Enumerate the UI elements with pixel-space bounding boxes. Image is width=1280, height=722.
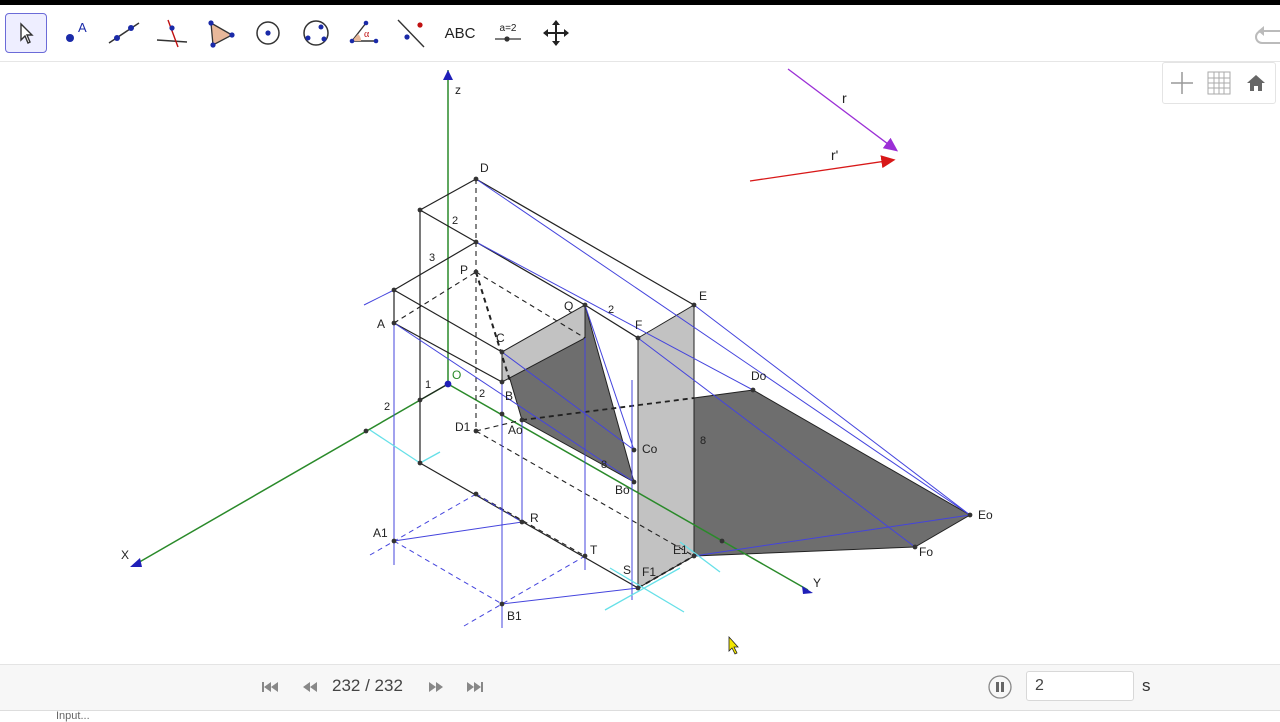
axes-icon <box>1170 72 1193 94</box>
point-tool-button[interactable]: A <box>55 13 97 53</box>
graphics-view[interactable]: z X Y D A P Q C B E F O D1 Ao Co Bo Do E… <box>0 62 1280 664</box>
label-y: Y <box>813 576 821 590</box>
label-B: B <box>505 389 513 403</box>
move-arrows-icon <box>543 20 569 46</box>
label-Eo: Eo <box>978 508 993 522</box>
dim-2-left: 2 <box>384 401 390 413</box>
dim-3: 3 <box>429 252 435 264</box>
fast-forward-icon <box>429 682 443 692</box>
dim-2-q: 2 <box>608 304 614 316</box>
construction-protocol-navigation: 232 / 232 s <box>0 664 1280 711</box>
label-Q: Q <box>564 299 573 313</box>
origin-point <box>444 380 452 388</box>
line-icon <box>108 22 140 44</box>
circle-three-points-icon <box>303 20 329 46</box>
label-D1: D1 <box>455 420 471 434</box>
cursor-arrow-icon <box>20 22 34 44</box>
label-F: F <box>635 318 642 332</box>
label-B1: B1 <box>507 609 522 623</box>
label-Fo: Fo <box>919 545 933 559</box>
label-P: P <box>460 263 468 277</box>
label-F1: F1 <box>642 565 656 579</box>
label-r: r <box>842 90 847 106</box>
perpendicular-line-tool-button[interactable] <box>151 13 193 53</box>
input-bar[interactable]: Input... <box>0 710 1280 722</box>
label-A: A <box>377 317 385 331</box>
label-R: R <box>530 511 539 525</box>
style-bar <box>1162 62 1276 104</box>
text-tool-label: ABC <box>444 24 476 42</box>
dim-8-right: 8 <box>700 435 706 447</box>
circle-three-points-tool-button[interactable] <box>295 13 337 53</box>
grid-icon <box>1207 71 1231 95</box>
slider-tool-label: a=2 <box>499 23 517 34</box>
label-E: E <box>699 289 707 303</box>
angle-tool-label: α <box>364 29 370 40</box>
ray-r <box>787 68 899 152</box>
polygon-icon <box>208 20 235 48</box>
construction-canvas[interactable]: z X Y D A P Q C B E F O D1 Ao Co Bo Do E… <box>0 62 1280 664</box>
move-tool-button[interactable] <box>5 13 47 53</box>
skip-last-icon <box>467 682 483 692</box>
angle-tool-button[interactable]: α <box>343 13 385 53</box>
label-C: C <box>496 331 505 345</box>
dim-8-low: 8 <box>601 459 607 471</box>
y-axis-arrow <box>802 586 813 594</box>
label-Do: Do <box>751 369 767 383</box>
label-S: S <box>623 563 631 577</box>
undo-icon <box>1255 26 1280 44</box>
label-Co: Co <box>642 442 658 456</box>
label-z: z <box>455 83 461 97</box>
skip-first-icon <box>262 682 278 692</box>
line-tool-button[interactable] <box>103 13 145 53</box>
z-axis-arrow <box>443 70 453 80</box>
ray-r-prime <box>749 155 896 182</box>
reflect-tool-button[interactable] <box>391 13 433 53</box>
dim-2-top: 2 <box>452 215 458 227</box>
rewind-icon <box>303 682 317 692</box>
circle-center-point-tool-button[interactable] <box>247 13 289 53</box>
text-tool-button[interactable]: ABC <box>439 13 481 53</box>
point-tool-label: A <box>78 20 87 35</box>
circle-center-icon <box>256 21 280 45</box>
polygon-tool-button[interactable] <box>199 13 241 53</box>
dim-2-mid: 2 <box>479 388 485 400</box>
angle-icon: α <box>349 20 379 44</box>
previous-step-button[interactable] <box>298 675 322 699</box>
slider-tool-button[interactable]: a=2 <box>487 13 529 53</box>
label-O: O <box>452 368 461 382</box>
point-icon: A <box>66 20 87 42</box>
label-D: D <box>480 161 489 175</box>
last-step-button[interactable] <box>463 675 487 699</box>
label-x: X <box>121 548 129 562</box>
reflect-icon <box>397 19 425 48</box>
label-E1: E1 <box>673 543 688 557</box>
move-graphics-view-tool-button[interactable] <box>535 13 577 53</box>
play-speed-input[interactable] <box>1026 671 1134 701</box>
toolbar: A α ABC a=2 <box>0 5 1280 62</box>
perpendicular-line-icon <box>156 19 188 48</box>
first-step-button[interactable] <box>258 675 282 699</box>
play-speed-unit: s <box>1142 676 1151 695</box>
label-Bo: Bo <box>615 483 630 497</box>
label-T: T <box>590 543 598 557</box>
projection-dashed <box>369 493 586 627</box>
label-r-prime: r' <box>831 147 838 163</box>
next-step-button[interactable] <box>424 675 448 699</box>
mouse-cursor-icon <box>728 635 739 655</box>
slider-icon <box>495 36 521 42</box>
grid-toggle-button[interactable] <box>1204 68 1234 98</box>
x-axis-arrow <box>130 558 142 567</box>
dim-1: 1 <box>425 379 431 391</box>
home-icon <box>1247 75 1266 91</box>
step-counter: 232 / 232 <box>332 676 403 695</box>
pause-icon <box>988 675 1012 699</box>
home-view-button[interactable] <box>1241 68 1271 98</box>
label-A1: A1 <box>373 526 388 540</box>
undo-button[interactable] <box>1252 19 1280 53</box>
axes-toggle-button[interactable] <box>1167 68 1197 98</box>
pause-button[interactable] <box>988 675 1012 699</box>
label-Ao: Ao <box>508 423 523 437</box>
